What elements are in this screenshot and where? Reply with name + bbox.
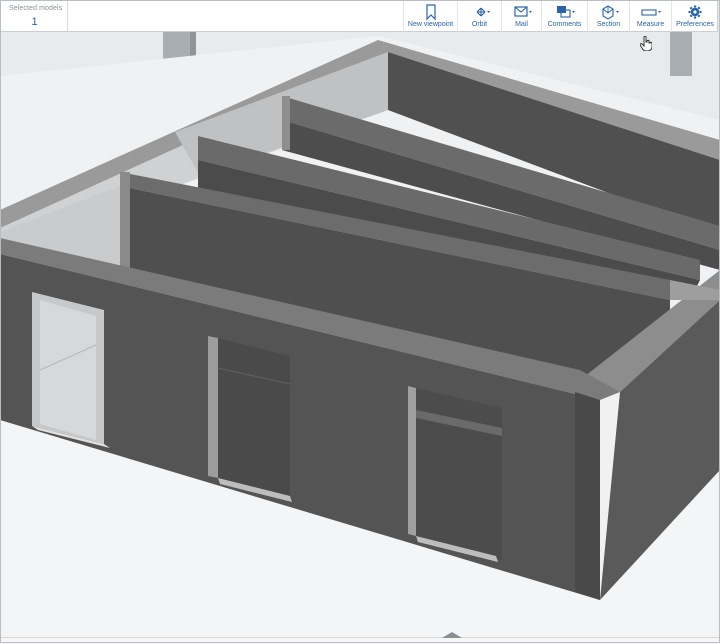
door-panel <box>218 338 290 500</box>
orbit-move-icon <box>476 7 490 17</box>
selected-models-label: Selected models <box>9 5 63 12</box>
building-model-render[interactable] <box>0 0 720 643</box>
selected-models-box: Selected models 1 <box>1 1 68 32</box>
mail-icon <box>513 6 532 17</box>
gear-icon <box>688 5 702 19</box>
preferences-label: Preferences <box>676 21 714 28</box>
mail-label: Mail <box>515 21 528 28</box>
mail-button[interactable]: Mail <box>501 1 541 32</box>
background-column <box>670 32 692 76</box>
hand-cursor-icon <box>640 36 652 51</box>
measure-label: Measure <box>636 21 665 28</box>
bookmark-icon <box>425 4 436 20</box>
measure-ruler-icon <box>640 9 661 16</box>
top-toolbar: Selected models 1 New viewpoint Orbit Ma… <box>0 0 718 32</box>
door-frame <box>408 386 416 536</box>
comments-icon <box>556 6 575 18</box>
bottom-handle-icon[interactable] <box>442 632 462 638</box>
3d-viewport[interactable] <box>0 0 720 643</box>
selected-models-count: 1 <box>31 16 38 28</box>
section-label: Section <box>596 21 621 28</box>
orbit-button[interactable]: Orbit <box>457 1 501 32</box>
door-frame <box>208 336 218 478</box>
orbit-label: Orbit <box>471 21 488 28</box>
partition-end <box>282 96 290 150</box>
comments-button[interactable]: Comments <box>541 1 587 32</box>
section-box-icon <box>601 5 619 20</box>
preferences-button[interactable]: Preferences <box>671 1 718 32</box>
new-viewpoint-button[interactable]: New viewpoint <box>403 1 457 32</box>
front-wall-corner <box>575 392 600 600</box>
measure-button[interactable]: Measure <box>629 1 671 32</box>
middle-wall-end <box>120 172 130 280</box>
doorway-view <box>40 300 96 440</box>
comments-label: Comments <box>547 21 582 28</box>
new-viewpoint-label: New viewpoint <box>407 21 454 28</box>
section-button[interactable]: Section <box>587 1 629 32</box>
